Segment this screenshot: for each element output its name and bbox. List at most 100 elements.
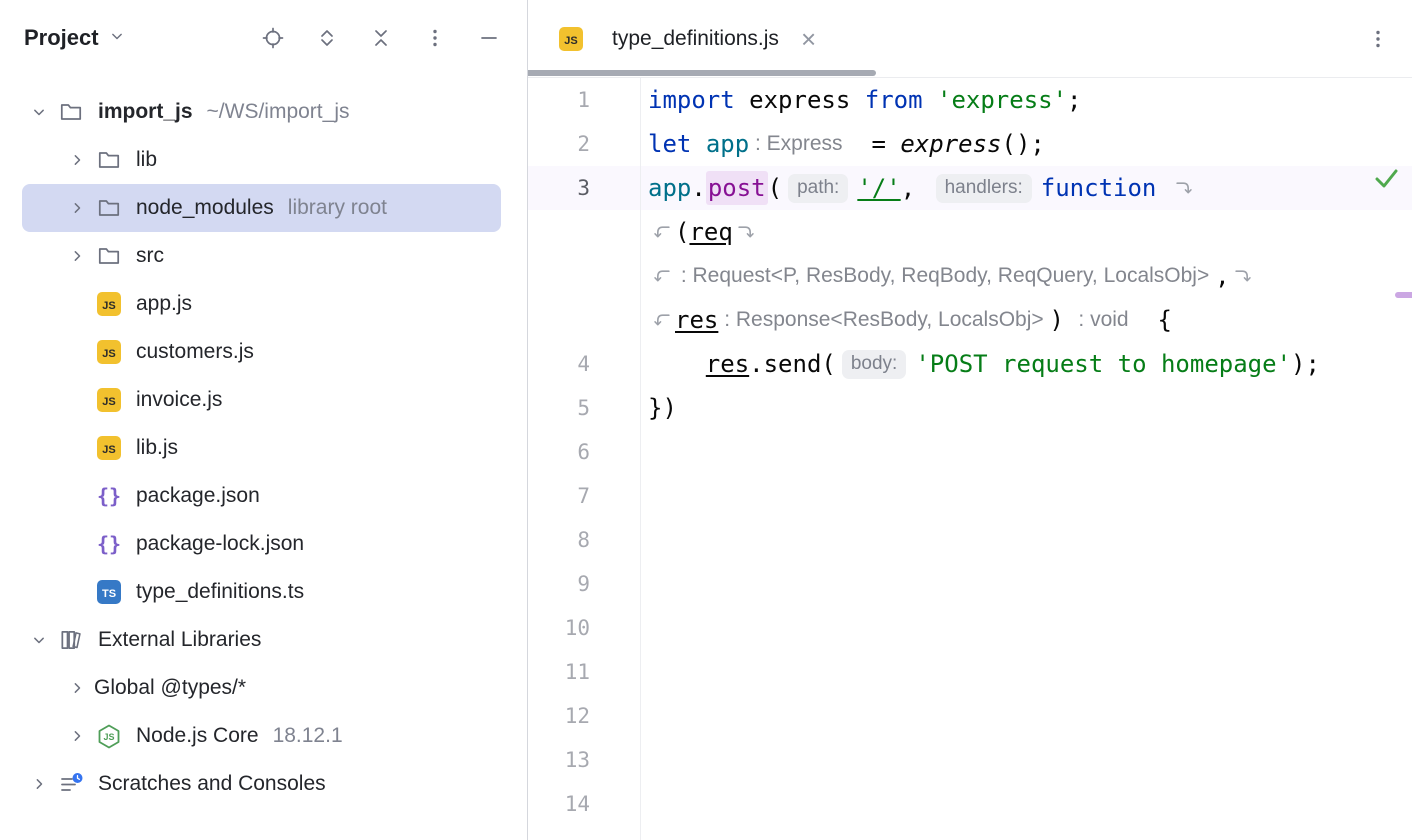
chevron-down-icon[interactable] [22, 630, 56, 650]
fold-gutter[interactable] [590, 254, 640, 298]
hide-icon[interactable] [477, 26, 501, 50]
tree-item-global-types[interactable]: Global @types/* [22, 664, 501, 712]
line-number[interactable]: 9 [528, 562, 590, 606]
code-editor[interactable]: 1import express from 'express';2let app … [528, 78, 1412, 840]
tree-item-label: lib.js [136, 436, 178, 460]
fold-gutter[interactable] [590, 650, 640, 694]
line-number[interactable]: 5 [528, 386, 590, 430]
fold-gutter[interactable] [590, 166, 640, 210]
fold-gutter[interactable] [590, 518, 640, 562]
code-line-13[interactable]: 13 [528, 738, 1412, 782]
tree-item-scratches-and-consoles[interactable]: Scratches and Consoles [22, 760, 501, 808]
line-number[interactable]: 6 [528, 430, 590, 474]
fold-gutter[interactable] [590, 562, 640, 606]
more-icon[interactable] [423, 26, 447, 50]
tree-item-package-lock-json[interactable]: {}package-lock.json [22, 520, 501, 568]
fold-gutter[interactable] [590, 386, 640, 430]
tree-item-src[interactable]: src [22, 232, 501, 280]
fold-gutter[interactable] [590, 606, 640, 650]
fold-gutter[interactable] [590, 298, 640, 342]
chevron-down-icon[interactable] [22, 102, 56, 122]
code-line-11[interactable]: 11 [528, 650, 1412, 694]
code-line-2[interactable]: 2let app : Express = express(); [528, 122, 1412, 166]
line-number[interactable]: 13 [528, 738, 590, 782]
fold-gutter[interactable] [590, 782, 640, 826]
fold-gutter[interactable] [590, 78, 640, 122]
fold-gutter[interactable] [590, 474, 640, 518]
line-number[interactable]: 7 [528, 474, 590, 518]
code-wrapped-line[interactable]: : Request<P, ResBody, ReqBody, ReqQuery,… [528, 254, 1412, 298]
fold-gutter[interactable] [590, 430, 640, 474]
line-number[interactable] [528, 298, 590, 342]
line-number[interactable] [528, 254, 590, 298]
line-number[interactable]: 11 [528, 650, 590, 694]
expand-all-icon[interactable] [315, 26, 339, 50]
tree-item-label: node_modules [136, 196, 274, 220]
code-line-5[interactable]: 5}) [528, 386, 1412, 430]
fold-gutter[interactable] [590, 210, 640, 254]
inspections-ok-check-icon[interactable] [1372, 164, 1400, 198]
line-number[interactable]: 10 [528, 606, 590, 650]
code-token: res [706, 350, 749, 378]
code-line-14[interactable]: 14 [528, 782, 1412, 826]
code-token: 'express' [937, 86, 1067, 114]
tree-item-type-definitions-ts[interactable]: TStype_definitions.ts [22, 568, 501, 616]
line-number[interactable]: 1 [528, 78, 590, 122]
tree-item-import-js[interactable]: import_js~/WS/import_js [22, 88, 501, 136]
tree-item-app-js[interactable]: JSapp.js [22, 280, 501, 328]
code-line-9[interactable]: 9 [528, 562, 1412, 606]
line-number[interactable] [528, 210, 590, 254]
code-line-3[interactable]: 3 app.post(path:'/', handlers:function [528, 166, 1412, 210]
line-number[interactable]: 8 [528, 518, 590, 562]
node-icon: JS [94, 723, 124, 749]
project-panel-title-text: Project [24, 25, 99, 51]
tree-item-node-js-core[interactable]: JSNode.js Core18.12.1 [22, 712, 501, 760]
editor-tab-type-definitions[interactable]: JS type_definitions.js × [556, 26, 816, 52]
chevron-right-icon[interactable] [22, 774, 56, 794]
code-line-6[interactable]: 6 [528, 430, 1412, 474]
code-line-10[interactable]: 10 [528, 606, 1412, 650]
chevron-right-icon[interactable] [60, 726, 94, 746]
chevron-right-icon[interactable] [60, 678, 94, 698]
tree-item-customers-js[interactable]: JScustomers.js [22, 328, 501, 376]
fold-gutter[interactable] [590, 122, 640, 166]
code-line-8[interactable]: 8 [528, 518, 1412, 562]
line-number[interactable]: 4 [528, 342, 590, 386]
fold-gutter[interactable] [590, 694, 640, 738]
line-number[interactable]: 2 [528, 122, 590, 166]
json-icon: {} [94, 531, 124, 557]
code-wrapped-line[interactable]: res : Response<ResBody, LocalsObj> ) : v… [528, 298, 1412, 342]
tree-item-node-modules[interactable]: node_moduleslibrary root [22, 184, 501, 232]
line-number[interactable]: 14 [528, 782, 590, 826]
code-line-7[interactable]: 7 [528, 474, 1412, 518]
line-number[interactable]: 3 [528, 166, 590, 210]
js-icon: JS [94, 291, 124, 317]
code-line-1[interactable]: 1import express from 'express'; [528, 78, 1412, 122]
tree-item-package-json[interactable]: {}package.json [22, 472, 501, 520]
tree-item-external-libraries[interactable]: External Libraries [22, 616, 501, 664]
project-panel-title[interactable]: Project [24, 25, 131, 51]
code-line-12[interactable]: 12 [528, 694, 1412, 738]
code-token: ) [1050, 306, 1079, 334]
chevron-right-icon[interactable] [60, 150, 94, 170]
tree-item-invoice-js[interactable]: JSinvoice.js [22, 376, 501, 424]
tree-item-lib-js[interactable]: JSlib.js [22, 424, 501, 472]
fold-gutter[interactable] [590, 342, 640, 386]
tab-close-icon[interactable]: × [801, 26, 816, 52]
inlay-hint-handlers: handlers: [936, 174, 1032, 203]
code-token: }) [648, 394, 677, 422]
editor-more-icon[interactable] [1366, 27, 1390, 51]
chevron-right-icon[interactable] [60, 246, 94, 266]
fold-gutter[interactable] [590, 738, 640, 782]
code-line-4[interactable]: 4 res.send(body:'POST request to homepag… [528, 342, 1412, 386]
code-text: app.post(path:'/', handlers:function [640, 171, 1198, 205]
js-icon: JS [94, 387, 124, 413]
locate-icon[interactable] [261, 26, 285, 50]
code-text: }) [640, 394, 677, 422]
chevron-right-icon[interactable] [60, 198, 94, 218]
line-number[interactable]: 12 [528, 694, 590, 738]
tree-item-lib[interactable]: lib [22, 136, 501, 184]
code-token: = [843, 130, 901, 158]
collapse-all-icon[interactable] [369, 26, 393, 50]
code-wrapped-line[interactable]: (req [528, 210, 1412, 254]
